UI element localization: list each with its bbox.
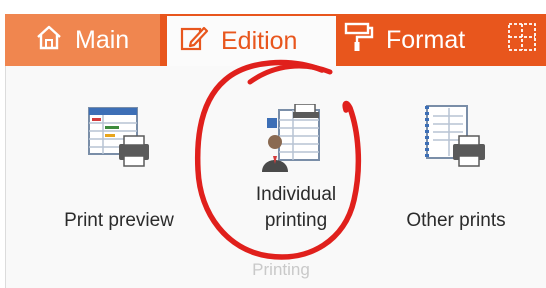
ribbon-panel: Print preview Individual printing Other … — [5, 66, 546, 288]
tab-format-label: Format — [386, 25, 466, 54]
other-prints-button[interactable]: Other prints — [386, 96, 526, 246]
individual-printing-label-line1: Individual — [255, 184, 337, 205]
print-preview-label: Print preview — [64, 210, 174, 231]
tab-edition[interactable]: Edition — [167, 16, 336, 66]
app-window: Main Edition Format Print preview Indivi… — [0, 0, 546, 288]
home-icon — [35, 23, 63, 58]
grid-icon — [507, 22, 537, 59]
individual-printing-label-line2: printing — [264, 210, 328, 231]
individual-printing-icon — [259, 103, 329, 179]
ribbon-group-label: Printing — [252, 260, 310, 279]
individual-printing-button[interactable]: Individual printing — [231, 96, 361, 246]
edit-icon — [179, 23, 209, 60]
tab-main[interactable]: Main — [5, 14, 160, 66]
other-prints-icon — [423, 104, 489, 175]
tab-main-label: Main — [75, 25, 130, 54]
print-preview-icon — [87, 104, 151, 173]
paint-roller-icon — [344, 21, 374, 60]
tab-edition-label: Edition — [221, 26, 298, 55]
ribbon-tab-bar: Main Edition Format — [5, 14, 546, 66]
other-prints-label: Other prints — [406, 210, 506, 231]
tab-layout[interactable] — [507, 14, 546, 66]
print-preview-button[interactable]: Print preview — [44, 96, 194, 246]
tab-format[interactable]: Format — [336, 14, 521, 66]
